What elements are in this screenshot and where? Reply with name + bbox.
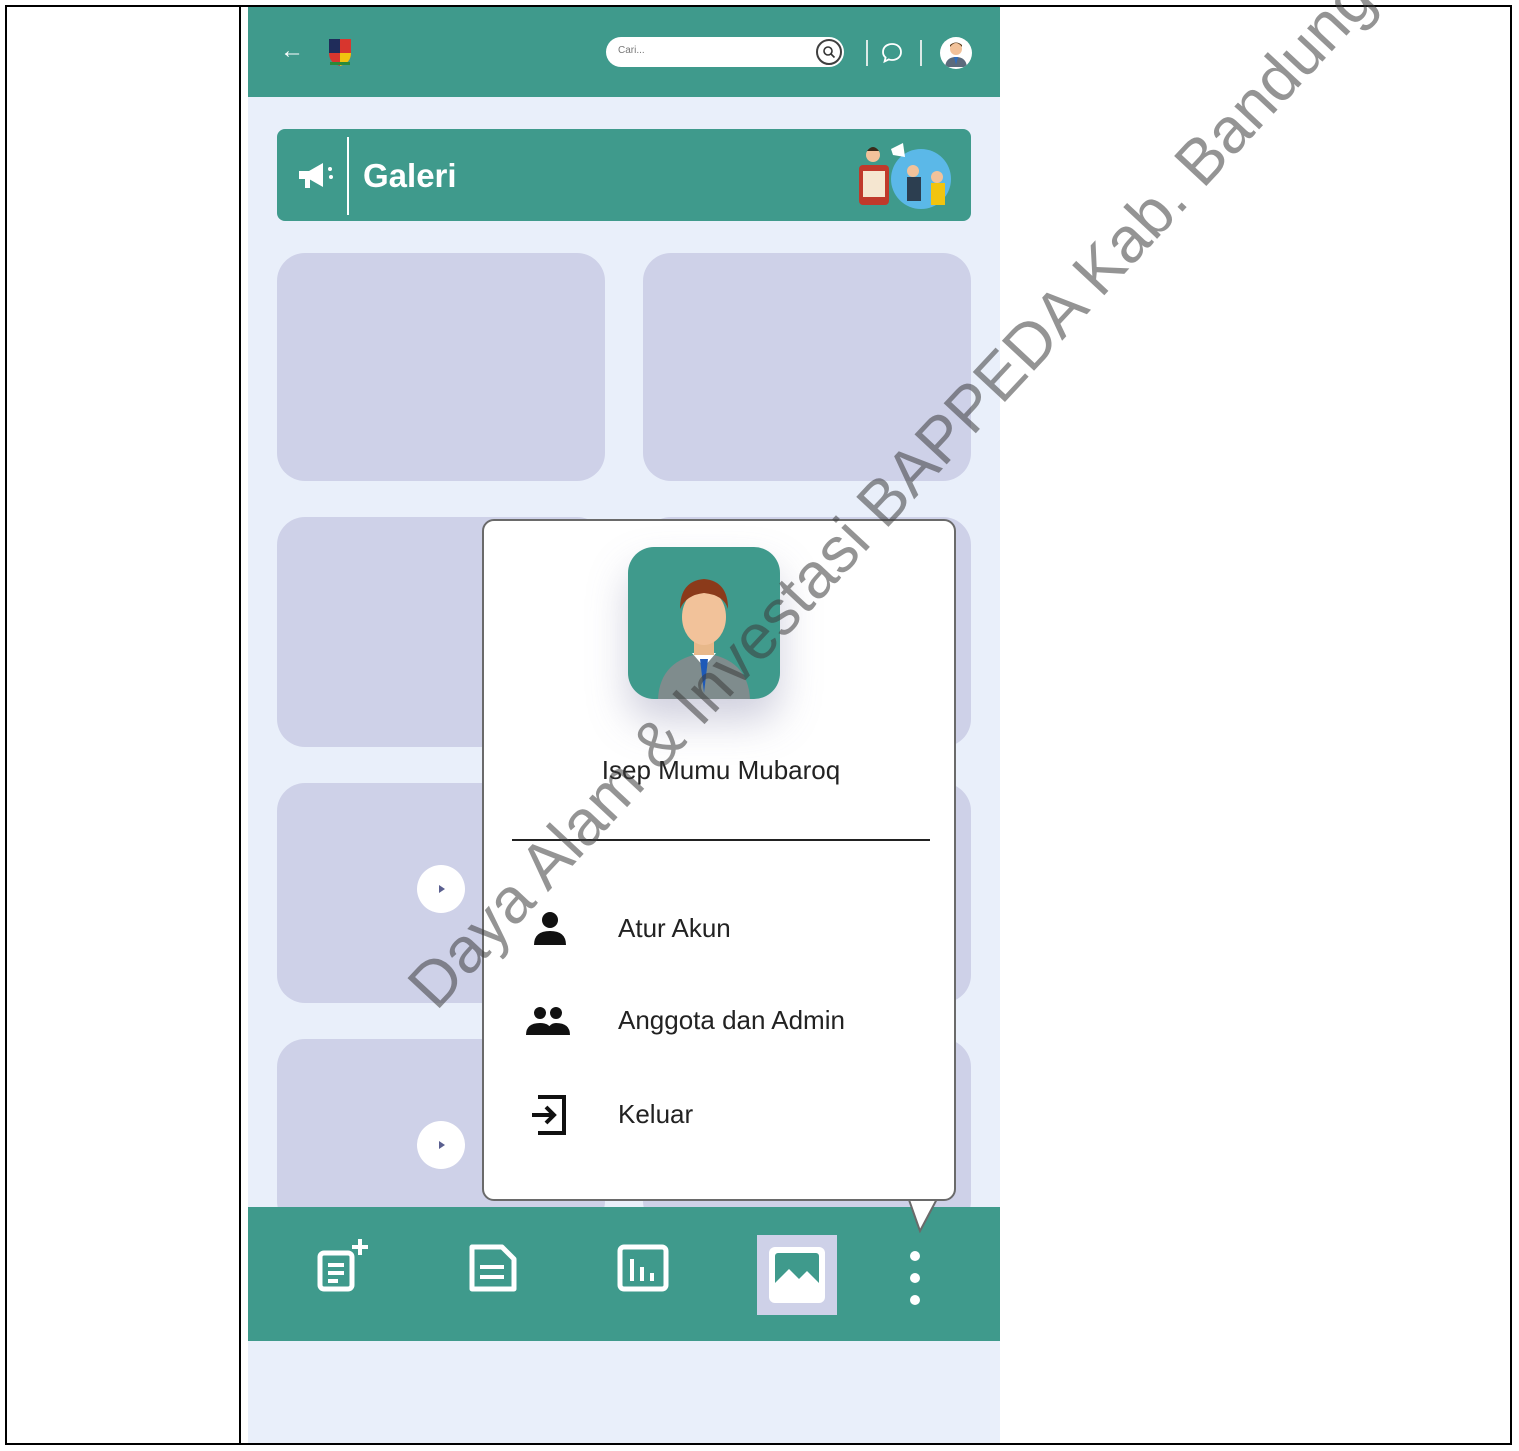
page-banner: Galeri — [277, 129, 971, 221]
bottom-nav — [248, 1207, 1000, 1341]
separator — [866, 40, 868, 66]
user-avatar-icon[interactable] — [940, 37, 972, 69]
search-bar[interactable]: Cari... — [606, 37, 844, 67]
person-icon — [524, 909, 572, 949]
menu-item-anggota-dan-admin[interactable]: Anggota dan Admin — [524, 993, 924, 1049]
popup-tail — [906, 1196, 940, 1238]
play-icon[interactable] — [417, 1121, 465, 1169]
menu-item-label: Anggota dan Admin — [618, 1005, 845, 1035]
document-icon[interactable] — [464, 1235, 524, 1300]
play-icon[interactable] — [417, 865, 465, 913]
search-placeholder: Cari... — [618, 45, 645, 56]
chat-bubble-icon[interactable] — [880, 41, 904, 70]
column-divider — [239, 7, 241, 1443]
gallery-card[interactable] — [643, 253, 971, 481]
crest-logo-icon — [326, 37, 354, 67]
group-icon — [524, 1001, 572, 1041]
menu-item-label: Keluar — [618, 1099, 694, 1129]
top-bar: ← Cari... — [248, 7, 1000, 97]
logout-icon — [524, 1095, 572, 1135]
megaphone-icon — [297, 161, 337, 196]
gallery-card[interactable] — [277, 253, 605, 481]
search-icon[interactable] — [816, 39, 842, 65]
image-gallery-icon[interactable] — [757, 1235, 837, 1315]
menu-item-label: Atur Akun — [618, 913, 731, 943]
profile-avatar — [628, 547, 780, 699]
more-vertical-icon[interactable] — [908, 1251, 922, 1307]
popup-divider — [512, 839, 930, 841]
menu-item-atur-akun[interactable]: Atur Akun — [524, 901, 924, 957]
people-announcement-illustration — [853, 135, 957, 220]
page-title: Galeri — [363, 157, 457, 194]
profile-menu: Isep Mumu Mubaroq Atur Akun Anggota dan … — [482, 519, 956, 1201]
document-frame: ← Cari... Galeri Isep Mumu Mubaroq Atur … — [5, 5, 1512, 1445]
banner-divider — [347, 137, 349, 215]
add-post-icon[interactable] — [314, 1235, 374, 1300]
back-arrow-icon[interactable]: ← — [280, 39, 304, 63]
profile-name: Isep Mumu Mubaroq — [601, 755, 841, 785]
menu-item-keluar[interactable]: Keluar — [524, 1087, 924, 1143]
phone-screen: ← Cari... Galeri Isep Mumu Mubaroq Atur … — [248, 7, 1000, 1443]
chart-icon[interactable] — [614, 1235, 674, 1300]
separator — [920, 40, 922, 66]
